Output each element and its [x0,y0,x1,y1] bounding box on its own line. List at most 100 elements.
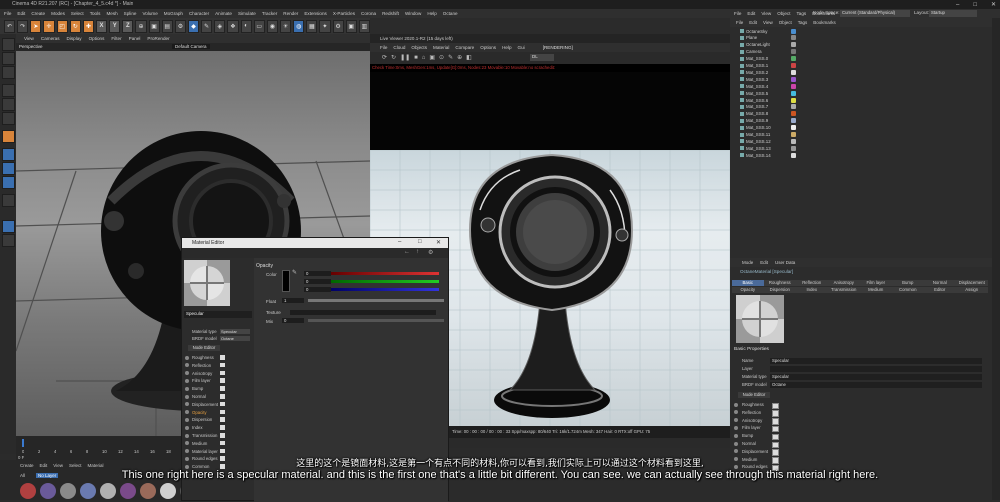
render-view-icon[interactable]: ▣ [148,19,160,33]
material-channel-checkbox[interactable] [220,362,225,368]
lv-menu-help[interactable]: Help [502,45,511,50]
material-tag-icon[interactable] [791,145,796,151]
menu-window[interactable]: Window [405,11,421,16]
octane-icon[interactable]: ◍ [293,19,305,33]
material-tag-icon[interactable] [791,118,796,124]
layer-field[interactable] [770,366,982,372]
blue-slider[interactable]: 0 [304,287,444,292]
attr-menu-edit[interactable]: Edit [760,260,768,265]
float-slider[interactable] [308,299,444,302]
object-row[interactable]: Mat_SSS.2 [730,69,992,76]
om-sub-tags[interactable]: Tags [798,20,808,25]
material-channel-item[interactable]: Dispersion [184,416,252,423]
kernel-mode-dropdown[interactable]: DL [530,54,554,61]
attr-menu-user-data[interactable]: User Data [775,260,795,265]
attribute-tab[interactable]: Editor [924,287,956,293]
om-menu-object[interactable]: Object [777,11,790,16]
viewport-menu-cameras[interactable]: Cameras [41,36,60,41]
material-name-field[interactable]: Specular [184,311,252,318]
lv-menu-cloud[interactable]: Cloud [393,45,405,50]
om-menu-tags[interactable]: Tags [796,11,806,16]
object-name[interactable]: Camera [746,49,762,54]
om-sub-bookmarks[interactable]: Bookmarks [813,20,836,25]
planar-workplane-icon[interactable] [2,220,15,233]
attribute-tab[interactable]: Film layer [860,280,892,286]
menu-x-particles[interactable]: X-Particles [333,11,355,16]
pen-icon[interactable]: ✎ [201,19,213,33]
attribute-tab[interactable]: Anisotropy [828,280,860,286]
object-name[interactable]: Mat_SSS.7 [746,104,768,109]
channel-checkbox[interactable] [772,402,779,409]
object-row[interactable]: Mat_SSS.1 [730,63,992,70]
make-editable-icon[interactable] [2,38,15,51]
material-channel-item[interactable]: Index [184,424,252,431]
menu-file[interactable]: File [4,11,11,16]
attr-menu-mode[interactable]: Mode [742,260,753,265]
light-icon[interactable]: ☀ [279,19,292,33]
zoom-icon[interactable]: ⊕ [457,54,462,61]
live-select-icon[interactable]: ➤ [30,19,42,33]
material-channel-checkbox[interactable] [220,409,225,415]
eyedropper-icon[interactable]: ✎ [292,269,297,276]
float-value[interactable]: 1 [282,298,304,303]
close-icon[interactable]: ✕ [436,239,441,246]
om-sub-view[interactable]: View [763,20,773,25]
object-name[interactable]: Mat_SSS.3 [746,77,768,82]
menu-simulate[interactable]: Simulate [238,11,256,16]
object-name[interactable]: Mat_SSS.4 [746,84,768,89]
x-axis-lock[interactable]: X [95,19,108,33]
menu-render[interactable]: Render [283,11,298,16]
menu-mograph[interactable]: MoGraph [164,11,183,16]
material-channel-item[interactable]: Film layer [184,377,252,384]
octane-camera-icon[interactable]: ▦ [306,19,318,33]
texture-slot[interactable] [290,310,436,315]
material-channel-item[interactable]: Roughness [184,354,252,361]
viewport-menu-panel[interactable]: Panel [129,36,141,41]
menu-volume[interactable]: Volume [142,11,157,16]
texture-mode-icon[interactable] [2,66,15,79]
object-name[interactable]: OctaneLight [746,42,770,47]
object-name[interactable]: Mat_SSS.0 [746,56,768,61]
blue-value[interactable]: 0 [304,287,331,292]
octane-material-icon[interactable]: ▥ [358,19,370,33]
layout-dropdown[interactable]: Startup [929,10,977,17]
material-channel-item[interactable]: Opacity [184,409,252,416]
octane-light-icon[interactable]: ✦ [319,19,331,33]
object-name[interactable]: Mat_SSS.11 [746,132,770,137]
menu-edit[interactable]: Edit [17,11,25,16]
material-channel-checkbox[interactable] [220,417,225,422]
render-settings-icon[interactable]: ⚙ [174,19,186,33]
material-channel-item[interactable]: Reflection [184,362,252,369]
object-name[interactable]: Mat_SSS.9 [746,118,768,123]
material-channel-item[interactable]: Displacement [184,401,252,408]
channel-checkbox[interactable] [772,425,779,433]
menu-tracker[interactable]: Tracker [262,11,277,16]
polygons-mode-icon[interactable] [2,112,15,125]
material-tag-icon[interactable] [791,125,796,131]
viewport-camera-label[interactable]: Default Camera [172,44,210,49]
object-name[interactable]: Mat_SSS.1 [746,63,768,68]
region-render-icon[interactable]: ▣ [429,54,435,61]
channel-checkbox[interactable] [772,449,779,456]
lv-menu-objects[interactable]: Objects [411,45,427,50]
viewport-menu-prorender[interactable]: ProRender [147,36,169,41]
object-name[interactable]: Mat_SSS.5 [746,91,768,96]
lv-menu-file[interactable]: File [380,45,387,50]
menu-animate[interactable]: Animate [215,11,232,16]
mix-value[interactable]: 0 [282,318,304,323]
material-channel-item[interactable]: Normal [184,393,252,400]
pause-icon[interactable]: ❚❚ [400,54,410,61]
material-tag-icon[interactable] [791,35,796,41]
attribute-tab[interactable]: Medium [860,287,892,293]
lv-menu-compare[interactable]: Compare [455,45,474,50]
om-sub-file[interactable]: File [736,20,743,25]
object-name[interactable]: Mat_SSS.2 [746,70,768,75]
color-swatch[interactable] [282,270,290,292]
menu-character[interactable]: Character [189,11,209,16]
object-row[interactable]: OctaneSky [730,28,992,35]
edges-mode-icon[interactable] [2,98,15,111]
green-value[interactable]: 0 [304,279,331,284]
channel-checkbox[interactable] [772,410,779,417]
enable-axis-icon[interactable] [2,130,15,143]
object-row[interactable]: Mat_SSS.13 [730,145,992,152]
